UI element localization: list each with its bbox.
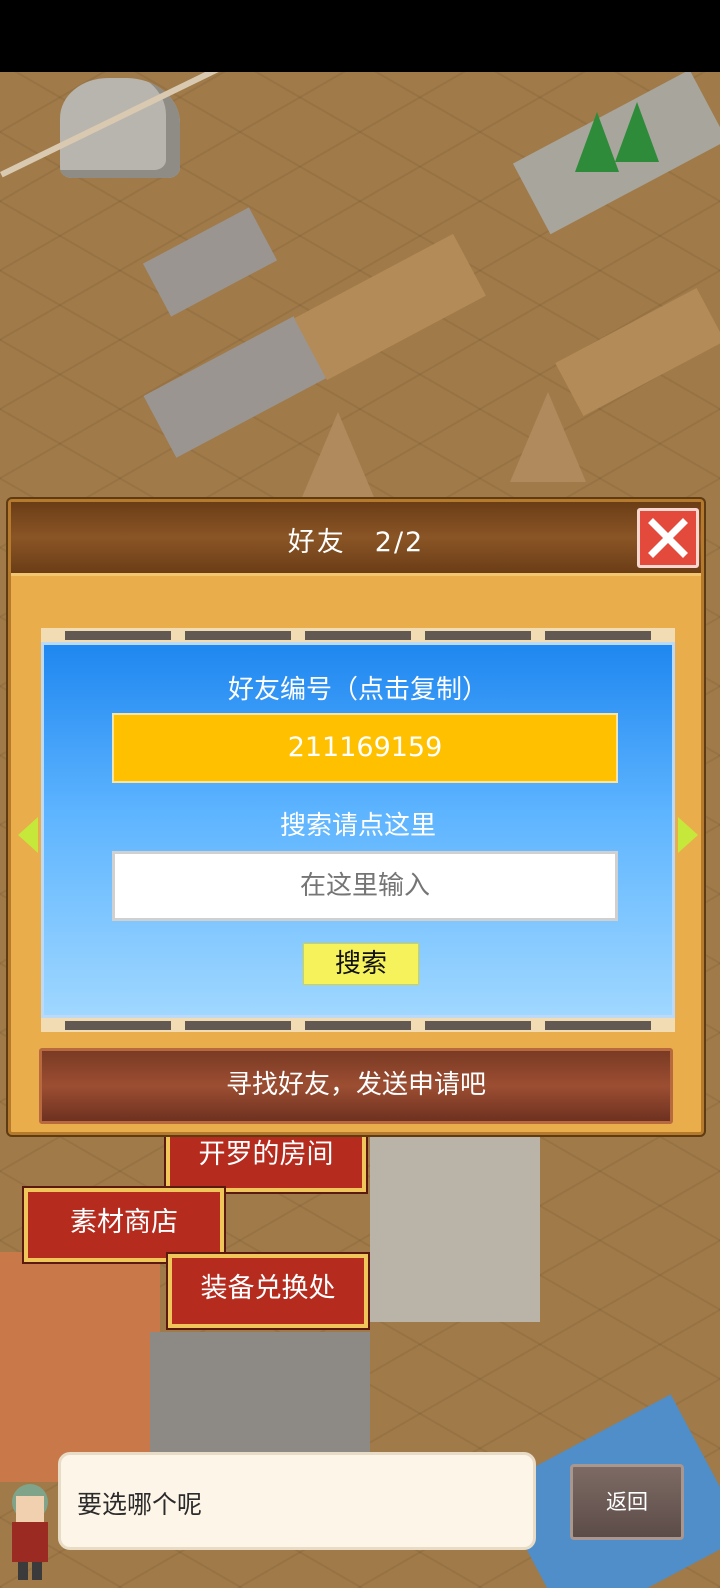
- grid-strip-bottom: [41, 1018, 675, 1032]
- close-icon: [648, 518, 688, 558]
- arrow-left-icon[interactable]: [18, 817, 38, 853]
- tree: [575, 112, 619, 172]
- arrow-right-icon[interactable]: [678, 817, 698, 853]
- grid-strip-top: [41, 628, 675, 642]
- map-label-material-shop[interactable]: 素材商店: [24, 1188, 224, 1262]
- friend-id-label: 好友编号（点击复制）: [227, 675, 488, 705]
- mountain: [510, 392, 586, 482]
- close-button[interactable]: [637, 508, 699, 568]
- status-bar: [0, 0, 720, 72]
- map-label-equipment-exchange[interactable]: 装备兑换处: [168, 1254, 368, 1328]
- friend-id-copy-button[interactable]: 211169159: [112, 713, 618, 783]
- search-label: 搜索请点这里: [279, 811, 436, 841]
- castle-building: [370, 1132, 540, 1322]
- friend-dialog: 好友 2/2 好友编号（点击复制） 211169159 搜索请点这里 搜索 寻找…: [8, 499, 704, 1135]
- dirt-patch: [294, 233, 486, 381]
- character-avatar: [2, 1476, 58, 1580]
- back-button[interactable]: 返回: [570, 1464, 684, 1540]
- search-button[interactable]: 搜索: [303, 943, 419, 985]
- message-bubble: 要选哪个呢: [58, 1452, 536, 1550]
- friend-search-panel: 好友编号（点击复制） 211169159 搜索请点这里 搜索: [41, 642, 675, 1018]
- dialog-title: 好友 2/2: [287, 527, 425, 558]
- mountain: [300, 412, 376, 502]
- shop-building: [0, 1252, 160, 1482]
- message-text: 要选哪个呢: [77, 1490, 203, 1519]
- friend-search-input[interactable]: [112, 851, 618, 921]
- tree: [615, 102, 659, 162]
- send-request-banner[interactable]: 寻找好友，发送申请吧: [39, 1048, 673, 1124]
- dialog-header: 好友 2/2: [11, 502, 701, 576]
- grass-patch: [142, 207, 278, 317]
